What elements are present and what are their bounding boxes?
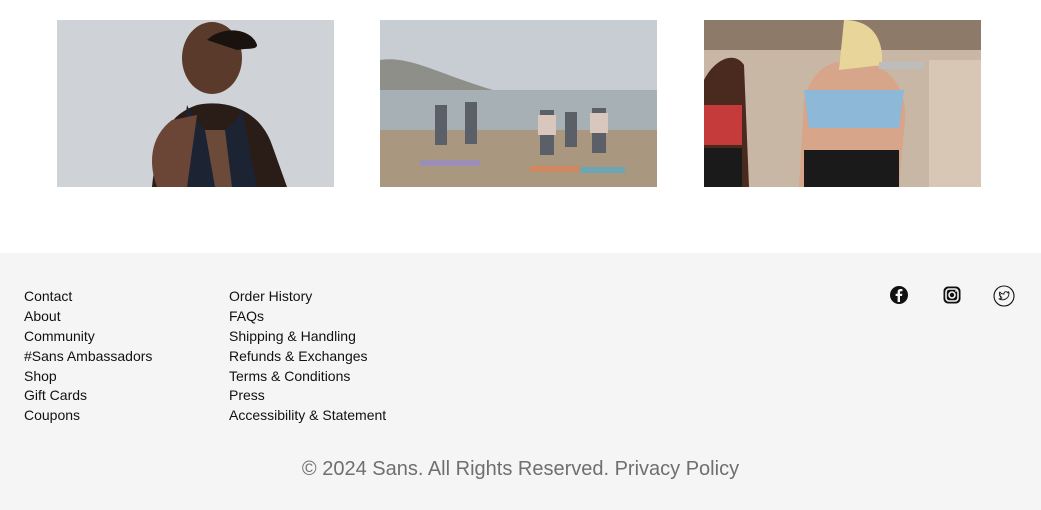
footer-link-shipping[interactable]: Shipping & Handling (229, 327, 386, 347)
footer-link-terms[interactable]: Terms & Conditions (229, 367, 386, 387)
footer-link-about[interactable]: About (24, 307, 152, 327)
privacy-policy-link[interactable]: Privacy Policy (615, 458, 739, 480)
footer-links-secondary: Order History FAQs Shipping & Handling R… (229, 287, 386, 426)
footer-link-order-history[interactable]: Order History (229, 287, 386, 307)
copyright-text: © 2024 Sans. All Rights Reserved. (301, 458, 610, 480)
site-footer: Contact About Community #Sans Ambassador… (0, 253, 1041, 510)
copyright-line: © 2024 Sans. All Rights Reserved. Privac… (0, 458, 1041, 481)
photo-beach-yoga[interactable] (380, 20, 657, 187)
facebook-icon[interactable] (889, 285, 909, 305)
photo-gallery (0, 0, 1041, 253)
footer-links-primary: Contact About Community #Sans Ambassador… (24, 287, 152, 426)
footer-link-coupons[interactable]: Coupons (24, 406, 152, 426)
footer-link-community[interactable]: Community (24, 327, 152, 347)
footer-link-accessibility[interactable]: Accessibility & Statement (229, 406, 386, 426)
footer-link-gift-cards[interactable]: Gift Cards (24, 386, 152, 406)
footer-link-contact[interactable]: Contact (24, 287, 152, 307)
footer-link-ambassadors[interactable]: #Sans Ambassadors (24, 347, 152, 367)
footer-link-shop[interactable]: Shop (24, 367, 152, 387)
footer-link-press[interactable]: Press (229, 386, 386, 406)
footer-link-refunds[interactable]: Refunds & Exchanges (229, 347, 386, 367)
photo-yoga-meditation[interactable] (57, 20, 334, 187)
photo-gym-class[interactable] (704, 20, 981, 187)
twitter-icon[interactable] (993, 285, 1015, 307)
footer-link-faqs[interactable]: FAQs (229, 307, 386, 327)
instagram-icon[interactable] (942, 285, 962, 305)
